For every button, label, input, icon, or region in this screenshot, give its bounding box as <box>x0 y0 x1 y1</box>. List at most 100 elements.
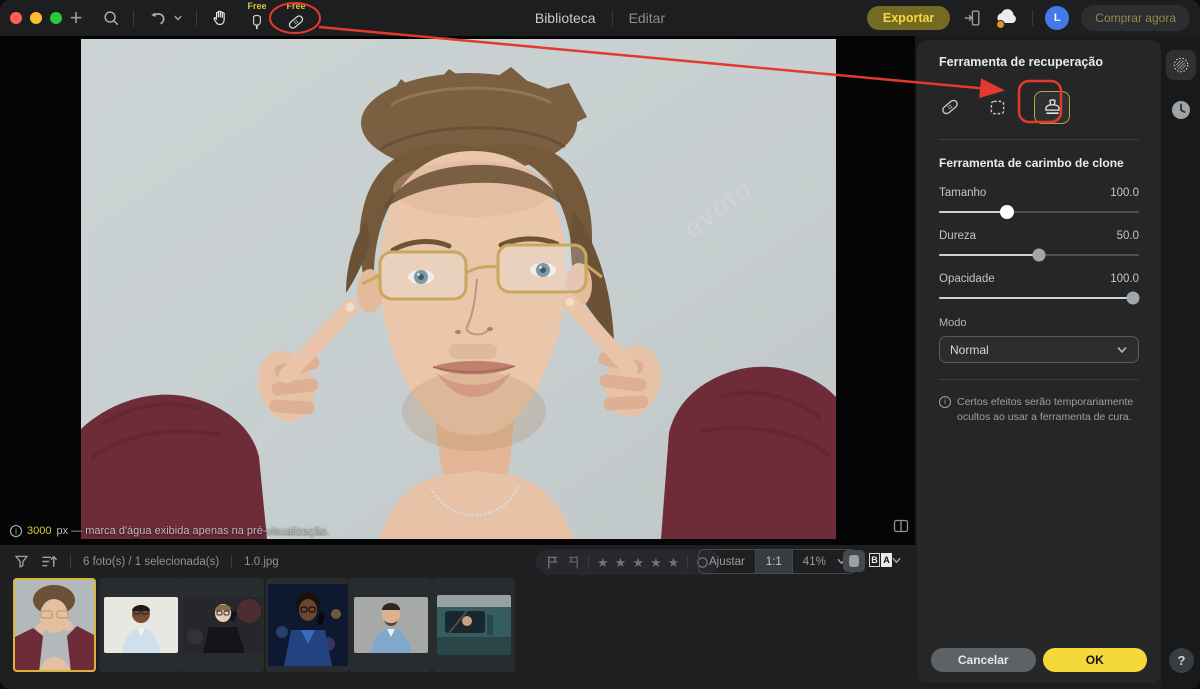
bandaid-icon <box>939 96 961 118</box>
dashed-square-icon <box>987 97 1008 118</box>
panel-info-text: Certos efeitos serão temporariamente ocu… <box>957 395 1139 425</box>
photo-canvas[interactable]: evoto evoto <box>81 39 836 539</box>
slider-label: Tamanho <box>939 187 986 199</box>
slider-label: Opacidade <box>939 273 995 285</box>
slider-thumb[interactable] <box>1127 292 1140 305</box>
funnel-icon <box>14 554 29 569</box>
toolbar: + Free Free Biblioteca <box>0 0 1200 36</box>
hand-icon <box>211 9 230 28</box>
star-icon[interactable]: ★ <box>615 556 627 569</box>
filename: 1.0.jpg <box>244 556 279 568</box>
resolution-value: 3000 <box>27 525 51 537</box>
compare-square-icon <box>849 555 859 567</box>
filmstrip-divider <box>70 555 71 569</box>
compare-view-button[interactable] <box>843 550 865 572</box>
export-panel-button[interactable] <box>962 8 982 28</box>
chevron-down-icon <box>1116 344 1128 356</box>
before-label: B <box>869 553 880 567</box>
filmstrip-thumbnail[interactable] <box>13 578 96 672</box>
star-icon[interactable]: ★ <box>650 556 662 569</box>
ok-button[interactable]: OK <box>1043 648 1148 672</box>
search-icon <box>102 9 120 27</box>
star-icon[interactable]: ★ <box>668 556 680 569</box>
history-button[interactable] <box>1170 99 1192 121</box>
before-after-toggle[interactable]: B A <box>869 553 892 567</box>
slider-track[interactable] <box>939 254 1139 256</box>
cloud-sync-button[interactable] <box>994 7 1020 29</box>
retouch-finger-tool-button[interactable]: Free <box>240 0 274 36</box>
tab-biblioteca[interactable]: Biblioteca <box>535 10 596 26</box>
star-rating: ★ ★ ★ ★ ★ <box>597 556 679 569</box>
star-icon[interactable]: ★ <box>597 556 609 569</box>
help-button[interactable]: ? <box>1169 648 1194 673</box>
thumbnail-image <box>183 597 263 653</box>
tab-editar[interactable]: Editar <box>629 10 666 26</box>
window-controls <box>10 12 62 24</box>
split-view-button[interactable] <box>893 519 909 533</box>
flag-reject-button[interactable] <box>567 555 580 570</box>
zoom-window-button[interactable] <box>50 12 62 24</box>
slider-thumb[interactable] <box>1000 205 1014 219</box>
filmstrip-divider <box>687 555 688 569</box>
avatar[interactable]: L <box>1045 6 1069 30</box>
chevron-down-icon <box>891 555 902 566</box>
slider-thumb[interactable] <box>1033 249 1046 262</box>
close-window-button[interactable] <box>10 12 22 24</box>
recovery-tool-panel: Ferramenta de recuperação Ferramenta de … <box>917 40 1161 683</box>
filmstrip-thumbnail[interactable] <box>432 578 515 672</box>
slider-value: 100.0 <box>1110 187 1139 199</box>
toolbar-divider <box>1032 10 1033 26</box>
buy-now-button[interactable]: Comprar agora <box>1081 5 1190 31</box>
photo-count: 6 foto(s) / 1 selecionada(s) <box>83 556 219 568</box>
panel-info: i Certos efeitos serão temporariamente o… <box>939 395 1139 425</box>
thumbnail-image <box>13 578 96 672</box>
filmstrip-divider <box>588 555 589 569</box>
slider-track[interactable] <box>939 297 1139 299</box>
flag-icon <box>546 555 559 570</box>
heal-bandaid-tool-button[interactable] <box>939 96 961 118</box>
filmstrip-thumbnail[interactable] <box>266 578 349 672</box>
filmstrip-thumbnail[interactable] <box>99 578 182 672</box>
sort-icon <box>41 554 58 569</box>
zoom-level-value[interactable]: 41% <box>793 550 836 573</box>
notification-badge <box>996 20 1005 29</box>
slider-track[interactable] <box>939 211 1139 213</box>
clone-stamp-tool-button[interactable] <box>1034 91 1070 124</box>
filter-button[interactable] <box>14 554 29 569</box>
split-view-icon <box>893 519 909 533</box>
filmstrip-thumbnail[interactable] <box>181 578 264 672</box>
search-button[interactable] <box>97 0 125 36</box>
toolbar-divider <box>196 10 197 26</box>
export-button[interactable]: Exportar <box>867 6 950 30</box>
filmstrip-divider <box>231 555 232 569</box>
healing-tool-button[interactable]: Free <box>279 0 313 36</box>
slider-dureza: Dureza 50.0 <box>939 230 1139 256</box>
minimize-window-button[interactable] <box>30 12 42 24</box>
mask-brush-button[interactable] <box>1166 50 1196 80</box>
sort-button[interactable] <box>41 554 58 569</box>
stamp-icon <box>1042 97 1063 118</box>
section-title: Ferramenta de carimbo de clone <box>939 156 1139 170</box>
thumbnail-image <box>437 595 511 655</box>
cancel-button[interactable]: Cancelar <box>931 648 1036 672</box>
add-photos-button[interactable]: + <box>62 0 90 36</box>
mode-label: Modo <box>939 317 1139 329</box>
flag-pick-button[interactable] <box>546 555 559 570</box>
blend-mode-value: Normal <box>950 343 1116 357</box>
undo-history-dropdown[interactable] <box>170 0 186 36</box>
before-after-dropdown[interactable] <box>891 555 902 566</box>
fit-button[interactable]: Ajustar <box>699 550 755 573</box>
thumbnail-image <box>354 597 428 653</box>
star-icon[interactable]: ★ <box>632 556 644 569</box>
toolbar-divider <box>133 10 134 26</box>
filmstrip-thumbnail[interactable] <box>349 578 432 672</box>
chevron-down-icon <box>173 13 183 23</box>
ratio-1-1-button[interactable]: 1:1 <box>755 550 793 573</box>
patch-selection-tool-button[interactable] <box>987 97 1008 118</box>
blend-mode-dropdown[interactable]: Normal <box>939 336 1139 363</box>
undo-button[interactable] <box>144 0 172 36</box>
rating-controls: ★ ★ ★ ★ ★ <box>536 549 719 575</box>
pan-tool-button[interactable] <box>206 0 234 36</box>
free-badge: Free <box>240 1 274 11</box>
recovery-tool-selector <box>939 89 1139 125</box>
